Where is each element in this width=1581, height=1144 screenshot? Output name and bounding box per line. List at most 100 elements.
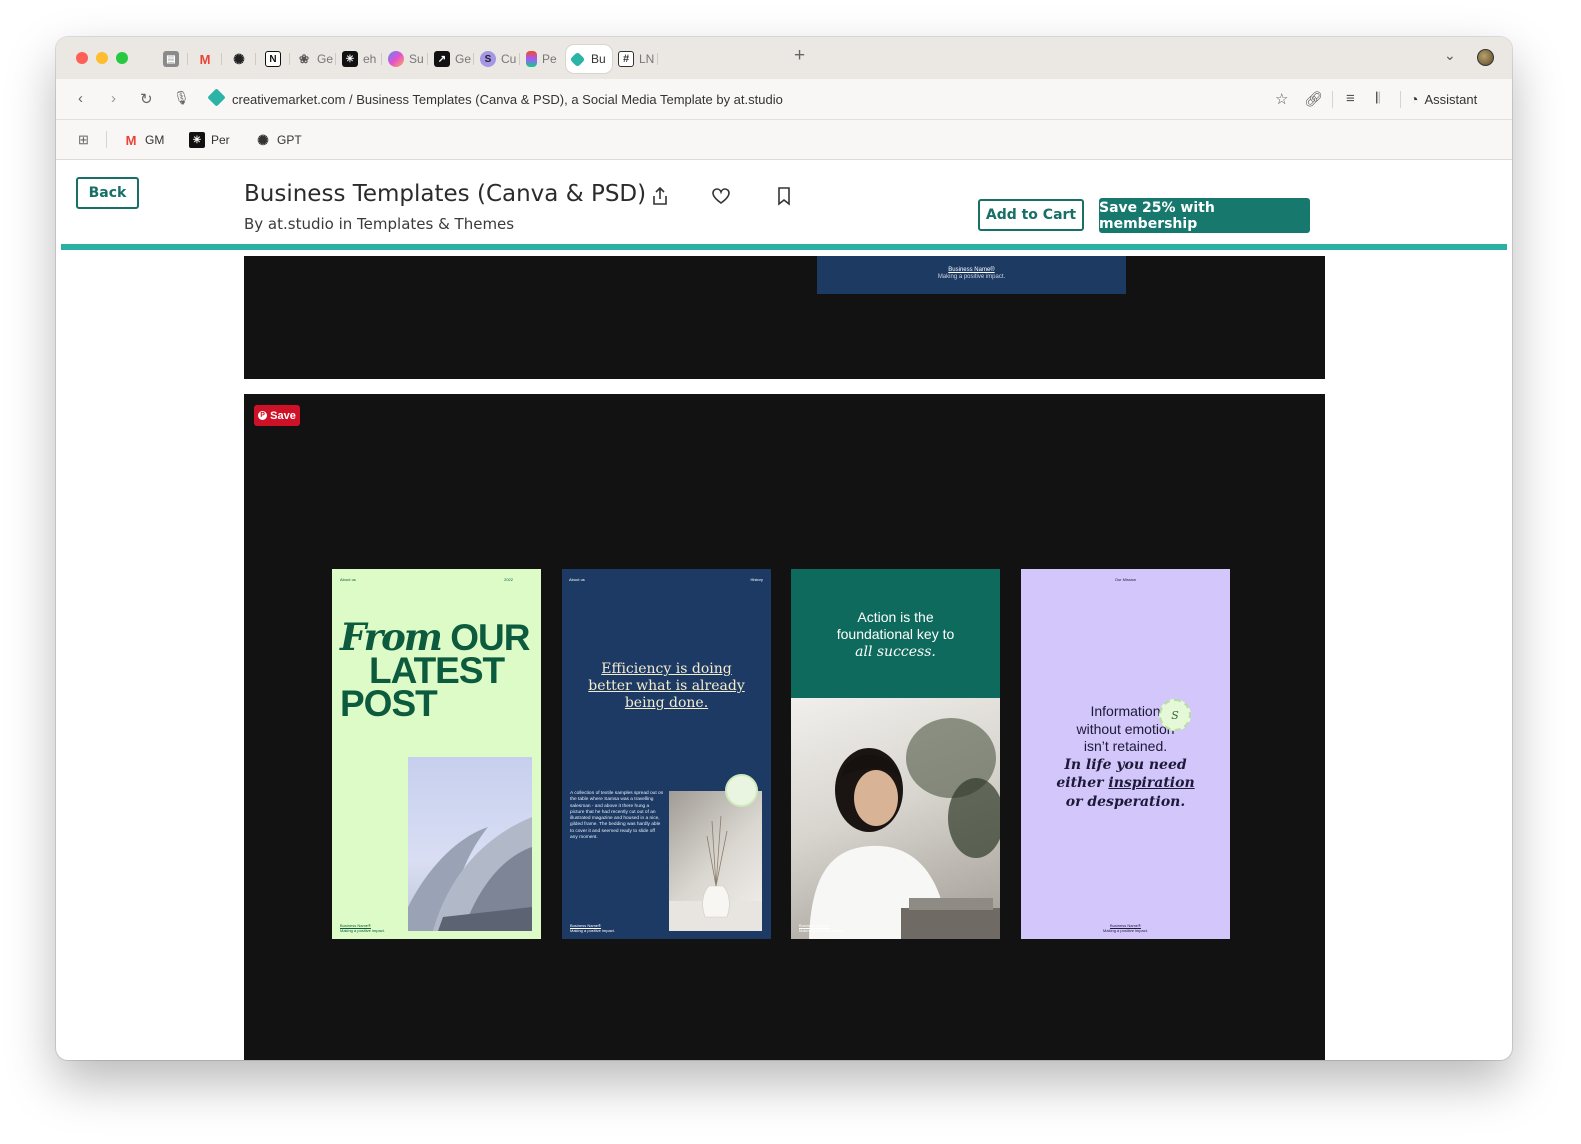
assistant-button[interactable]: ◔ Assistant (1410, 91, 1477, 107)
copy-link-icon[interactable]: 🔗︎ (1304, 90, 1323, 108)
share-icon[interactable] (649, 185, 671, 207)
badge-letter: S (1171, 708, 1179, 722)
close-window-button[interactable] (76, 52, 88, 64)
tab-label: Cu (501, 52, 517, 66)
site-favicon-icon (207, 88, 226, 107)
card-quote: Information without emotion isn’t retain… (1021, 703, 1230, 811)
creativemarket-icon (569, 51, 586, 67)
tab-ln[interactable]: # LN (612, 45, 658, 73)
tab-ge-2[interactable]: ↗ Ge (428, 45, 474, 73)
headline-line-3: POST (340, 683, 438, 724)
quote-line-5a: either (1056, 775, 1109, 791)
url-text[interactable]: creativemarket.com / Business Templates … (232, 92, 783, 107)
stamp-badge-icon: S (1159, 699, 1191, 731)
tab-label: Su (409, 52, 424, 66)
tab-pe[interactable]: Pe (520, 45, 566, 73)
bookmark-icon[interactable] (773, 185, 795, 207)
quote-line-2: without emotion (1076, 720, 1175, 737)
tab-cu[interactable]: S Cu (474, 45, 520, 73)
card-corner-label-right: History (750, 577, 763, 582)
bookmark-per[interactable]: ✳ Per (189, 132, 230, 148)
tagline: Making a positive impact. (570, 928, 615, 933)
bookmark-star-icon[interactable]: ☆ (1275, 90, 1288, 108)
tagline: Making a positive impact. (799, 928, 844, 933)
stamp-badge-icon (725, 774, 758, 807)
tab-label: Ge (455, 52, 472, 66)
vase-photo (669, 791, 762, 931)
tab-strip: ▤ M ✺ N ❀ Ge ✳ eh Su ↗ Ge S Cu Pe Bu # L… (154, 44, 658, 74)
tab-su[interactable]: Su (382, 45, 428, 73)
quote-line-1: Efficiency is doing (601, 661, 732, 677)
microphone-icon[interactable]: 🎙 (173, 90, 190, 106)
archive-icon: ▤ (163, 51, 179, 67)
back-button[interactable]: Back (76, 177, 139, 209)
tab-openai[interactable]: ✺ (222, 45, 256, 73)
bookmark-gpt[interactable]: ✺ GPT (255, 132, 302, 148)
bookmark-label: Per (211, 133, 230, 147)
membership-button[interactable]: Save 25% with membership (1099, 198, 1310, 233)
template-card-mission: Our Mission Information without emotion … (1021, 569, 1230, 939)
pin-save-label: Save (270, 409, 296, 422)
address-bar: ‹ › ↻ 🎙 creativemarket.com / Business Te… (56, 79, 1512, 120)
template-preview-strip: Business Name® Making a positive impact. (817, 256, 1126, 294)
tab-bu-active[interactable]: Bu (566, 45, 612, 73)
profile-avatar[interactable] (1477, 49, 1494, 66)
page-title: Business Templates (Canva & PSD) (244, 181, 647, 207)
assistant-icon: ◔ (1410, 91, 1419, 107)
quote-line-3: being done. (624, 695, 709, 711)
card-year: 2022 (504, 577, 513, 582)
minimize-window-button[interactable] (96, 52, 108, 64)
card-headline: From OUR LATEST POST (340, 619, 530, 724)
template-card-latest-post: About us 2022 From OUR LATEST POST Busin… (332, 569, 541, 939)
byline[interactable]: By at.studio in Templates & Themes (244, 215, 514, 233)
tab-archive[interactable]: ▤ (154, 45, 188, 73)
gallery-image-main: P Save About us 2022 From OUR LATEST POS… (244, 394, 1325, 1060)
heart-icon[interactable] (710, 185, 732, 207)
reader-menu-icon[interactable]: ≡ (1346, 90, 1355, 107)
business-name: Business Name® (948, 267, 995, 273)
page-content: Back Business Templates (Canva & PSD) By… (61, 161, 1507, 1060)
tab-label: LN (639, 52, 655, 66)
woman-laptop-photo (791, 698, 1000, 939)
table-icon: # (618, 51, 634, 67)
quote-line-6: or desperation. (1065, 793, 1186, 810)
s-app-icon: S (480, 51, 496, 67)
pinterest-save-button[interactable]: P Save (254, 405, 300, 426)
quote-line-4: In life you need (1064, 756, 1187, 773)
figma-icon (526, 51, 537, 67)
card-corner-label: Our Mission (1114, 577, 1137, 582)
tab-gmail[interactable]: M (188, 45, 222, 73)
card-corner-label: About us (340, 577, 356, 582)
apps-grid-icon[interactable]: ⊞ (78, 132, 89, 148)
openai-icon: ✺ (257, 131, 269, 148)
audio-waveform-icon[interactable]: 𝄃 (1376, 90, 1379, 107)
tab-notion[interactable]: N (256, 45, 290, 73)
gmail-icon: M (199, 51, 211, 67)
bookmarks-bar: ⊞ M GM ✳ Per ✺ GPT (56, 120, 1512, 160)
card-quote: Efficiency is doing better what is alrea… (562, 661, 771, 712)
notion-icon: N (265, 51, 281, 67)
gallery-image-previous: Business Name® Making a positive impact. (244, 256, 1325, 379)
quote-line-3: all success. (855, 644, 936, 660)
tagline: Making a positive impact. (340, 928, 385, 933)
openai-icon: ✺ (233, 50, 245, 67)
tab-label: eh (363, 52, 377, 66)
back-arrow-icon[interactable]: ‹ (78, 90, 83, 107)
browser-window: ▤ M ✺ N ❀ Ge ✳ eh Su ↗ Ge S Cu Pe Bu # L… (56, 37, 1512, 1060)
forward-arrow-icon[interactable]: › (111, 90, 116, 107)
reload-icon[interactable]: ↻ (140, 90, 153, 108)
architecture-photo (408, 757, 532, 931)
new-tab-plus-icon[interactable]: + (794, 45, 805, 67)
woman-at-laptop-illustration (809, 718, 1000, 939)
cursor-app-icon: ↗ (434, 51, 450, 67)
tab-label: Ge (317, 52, 334, 66)
perplexity-icon: ✳ (342, 51, 358, 67)
tab-list-chevron-down-icon[interactable]: ⌄ (1444, 47, 1456, 64)
card-body-text: A collection of textile samples spread o… (570, 791, 664, 841)
add-to-cart-button[interactable]: Add to Cart (978, 199, 1084, 231)
zoom-window-button[interactable] (116, 52, 128, 64)
bookmark-gm[interactable]: M GM (123, 132, 165, 148)
tab-eh[interactable]: ✳ eh (336, 45, 382, 73)
template-card-efficiency: About us History Efficiency is doing bet… (562, 569, 771, 939)
tab-ge[interactable]: ❀ Ge (290, 45, 336, 73)
